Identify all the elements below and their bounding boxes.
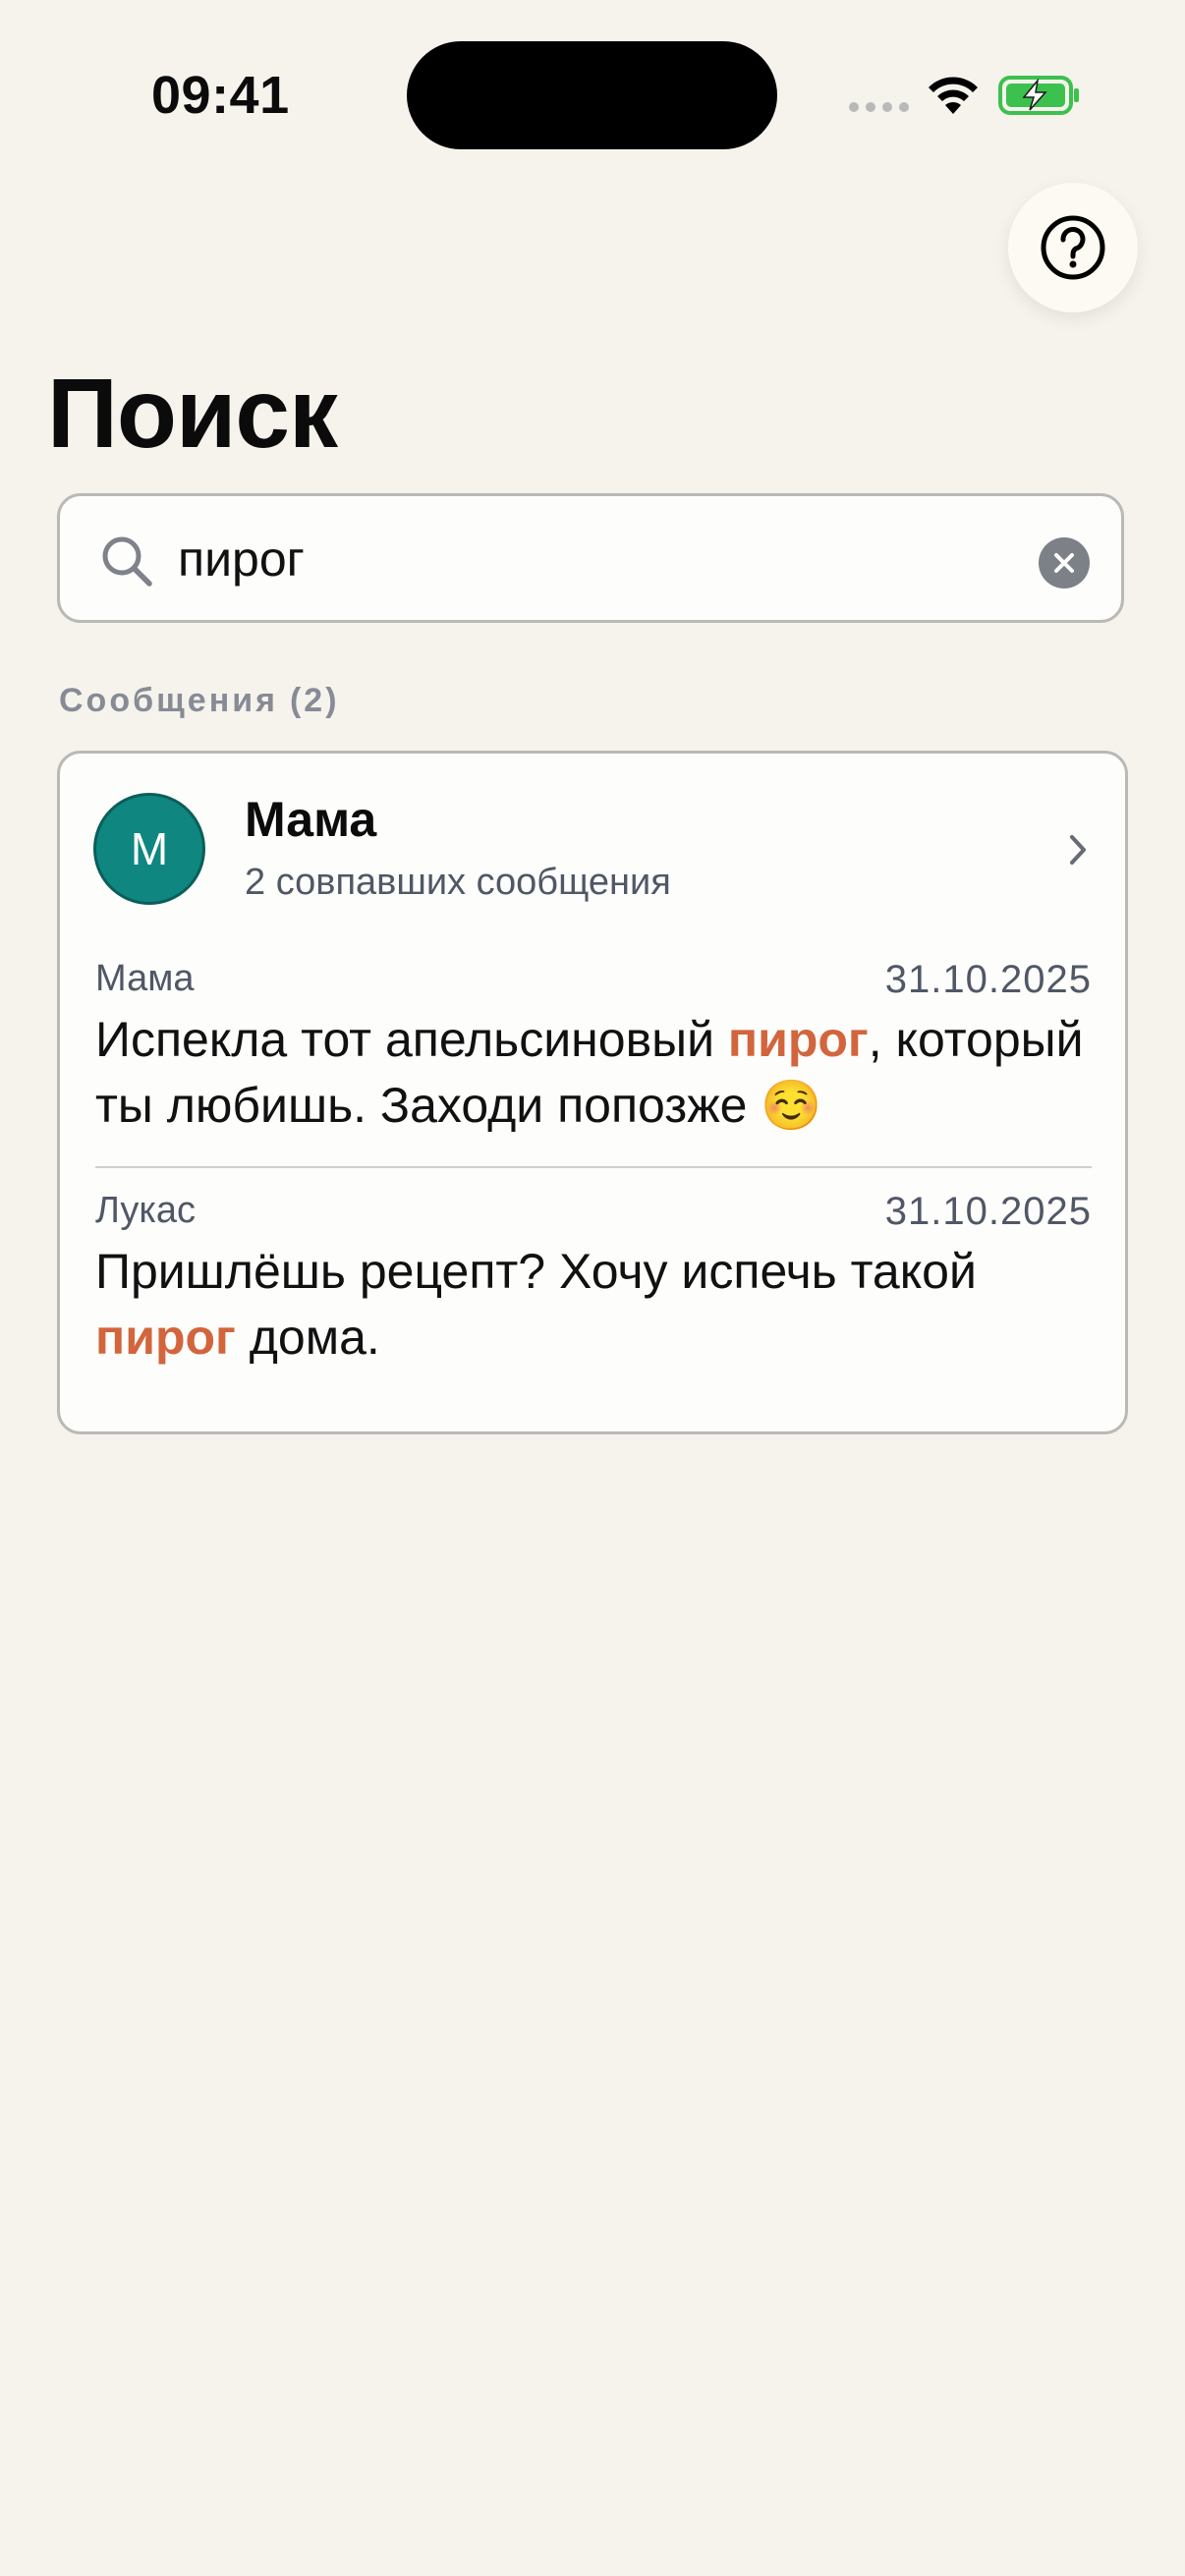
message-text-before: Пришлёшь рецепт? Хочу испечь такой	[95, 1244, 977, 1299]
help-button[interactable]	[1008, 183, 1138, 312]
search-icon	[102, 536, 152, 587]
wifi-icon	[929, 77, 978, 114]
message-text-after: дома.	[235, 1310, 380, 1365]
search-input[interactable]	[178, 522, 964, 596]
contact-name: Мама	[245, 792, 377, 847]
search-field[interactable]	[57, 493, 1124, 623]
message-text-before: Испекла тот апельсиновый	[95, 1012, 728, 1067]
cellular-signal-icon	[849, 102, 909, 112]
search-match-highlight: пирог	[95, 1310, 236, 1365]
message-date: 31.10.2025	[884, 958, 1092, 1001]
section-title: Сообщения	[59, 682, 278, 719]
section-header-messages: Сообщения (2)	[59, 682, 340, 720]
dynamic-island	[407, 41, 777, 149]
message-date: 31.10.2025	[884, 1190, 1092, 1233]
message-text: Пришлёшь рецепт? Хочу испечь такой пирог…	[95, 1239, 1092, 1371]
battery-charging-icon	[998, 76, 1079, 115]
divider	[95, 1166, 1092, 1168]
section-count: (2)	[289, 682, 340, 719]
conversation-row[interactable]: М Мама 2 совпавших сообщения	[60, 754, 1125, 946]
status-time: 09:41	[151, 66, 290, 125]
clear-search-button[interactable]	[1039, 537, 1090, 588]
question-circle-icon	[1041, 215, 1105, 280]
message-sender: Мама	[95, 958, 195, 999]
search-match-highlight: пирог	[727, 1012, 869, 1067]
avatar: М	[93, 793, 205, 905]
chevron-right-icon	[1070, 835, 1086, 865]
match-count: 2 совпавших сообщения	[245, 862, 671, 903]
search-result-card: М Мама 2 совпавших сообщения Мама 31.10.…	[57, 751, 1128, 1434]
message-text: Испекла тот апельсиновый пирог, который …	[95, 1007, 1092, 1139]
message-sender: Лукас	[95, 1190, 196, 1231]
page-title: Поиск	[47, 359, 338, 469]
clear-icon	[1054, 553, 1074, 573]
